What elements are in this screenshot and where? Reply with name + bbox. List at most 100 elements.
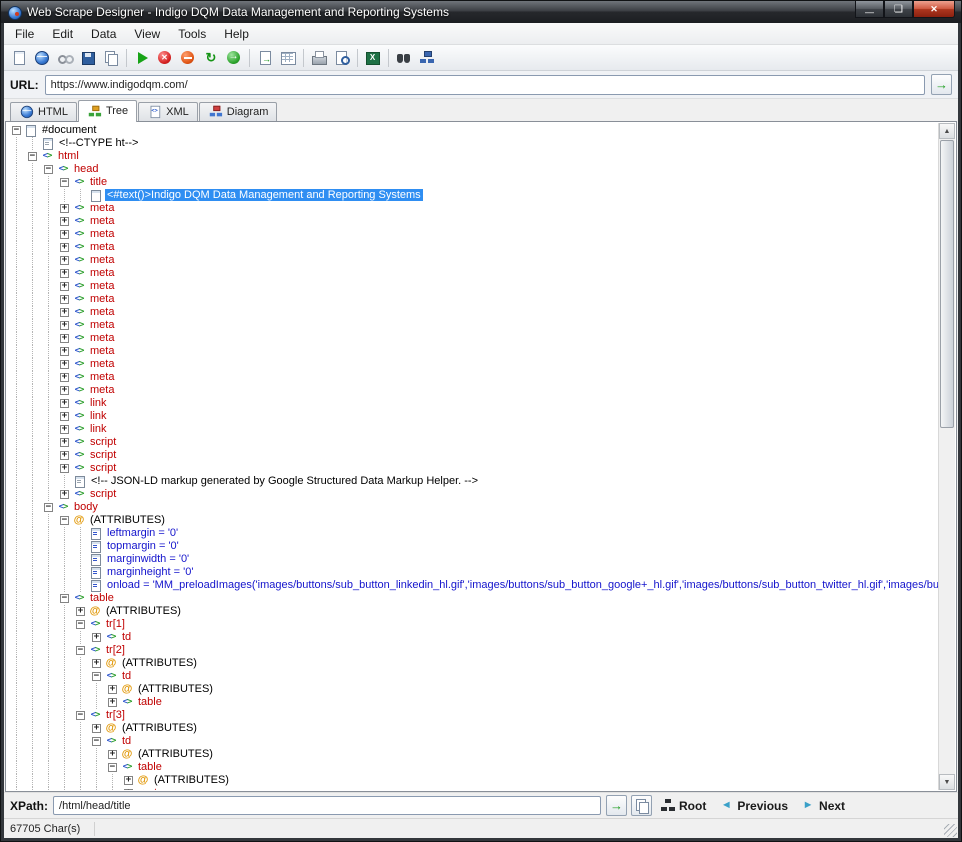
tree-node[interactable]: marginwidth = '0' [9,553,938,566]
tree-node-label[interactable]: meta [88,228,116,240]
new-button[interactable] [8,47,30,69]
expand-icon[interactable]: + [92,724,101,733]
collapse-icon[interactable]: − [92,737,101,746]
expand-icon[interactable]: + [60,438,69,447]
tree-node[interactable]: +<>meta [9,202,938,215]
tree-node-label[interactable]: (ATTRIBUTES) [88,514,167,526]
tree-node[interactable]: +<>link [9,423,938,436]
tree-node[interactable]: +@(ATTRIBUTES) [9,605,938,618]
tree-node-label[interactable]: meta [88,371,116,383]
tree-node[interactable]: −<>tr[2] [9,644,938,657]
collapse-icon[interactable]: − [108,763,117,772]
collapse-icon[interactable]: − [28,152,37,161]
tree-node[interactable]: +<>meta [9,332,938,345]
expand-icon[interactable]: + [60,204,69,213]
cancel-button[interactable] [177,47,199,69]
expand-icon[interactable]: + [60,230,69,239]
tab-xml[interactable]: XML [138,102,198,121]
tree-node-label[interactable]: tr[2] [104,644,127,656]
expand-icon[interactable]: + [60,308,69,317]
tree-node-label[interactable]: #document [40,124,98,136]
collapse-icon[interactable]: − [12,126,21,135]
tree-node[interactable]: <!-- JSON-LD markup generated by Google … [9,475,938,488]
tree-node[interactable]: leftmargin = '0' [9,527,938,540]
collapse-icon[interactable]: − [44,503,53,512]
tree-node-label[interactable]: meta [88,293,116,305]
tree-node[interactable]: +<>link [9,410,938,423]
refresh-button[interactable] [200,47,222,69]
tree-node-label[interactable]: (ATTRIBUTES) [136,748,215,760]
tree-node[interactable]: +<>td [9,631,938,644]
next-button[interactable]: Next [796,797,849,815]
scrollbar-thumb[interactable] [940,140,954,428]
expand-icon[interactable]: + [60,217,69,226]
collapse-icon[interactable]: − [60,178,69,187]
expand-icon[interactable]: + [108,685,117,694]
tree-node-label[interactable]: marginwidth = '0' [105,553,191,565]
tree-node-label[interactable]: script [88,488,118,500]
expand-icon[interactable]: + [60,295,69,304]
expand-icon[interactable]: + [60,451,69,460]
run-button[interactable] [131,47,153,69]
tree-node-label[interactable]: meta [88,332,116,344]
tree-node-label[interactable]: td [120,735,133,747]
tree-node[interactable]: +@(ATTRIBUTES) [9,774,938,787]
link-button[interactable] [54,47,76,69]
expand-icon[interactable]: + [76,607,85,616]
tree-node-label[interactable]: table [136,696,164,708]
expand-icon[interactable]: + [60,269,69,278]
tree-node[interactable]: +<>meta [9,241,938,254]
vertical-scrollbar[interactable] [938,123,955,790]
tree-node-label[interactable]: script [88,436,118,448]
tree-node-label[interactable]: tr[3] [104,709,127,721]
tree-node[interactable]: +@(ATTRIBUTES) [9,683,938,696]
maximize-button[interactable] [884,1,913,18]
menu-view[interactable]: View [125,24,169,44]
tree-node[interactable]: marginheight = '0' [9,566,938,579]
tree-node[interactable]: +<>script [9,449,938,462]
tree-node[interactable]: <!--CTYPE ht--> [9,137,938,150]
menu-tools[interactable]: Tools [169,24,215,44]
collapse-icon[interactable]: − [60,516,69,525]
tree-node[interactable]: +<>meta [9,293,938,306]
tree-node-label[interactable]: meta [88,280,116,292]
tree-node-label[interactable]: script [88,449,118,461]
expand-icon[interactable]: + [60,373,69,382]
expand-icon[interactable]: + [60,334,69,343]
expand-icon[interactable]: + [60,386,69,395]
navigate-button[interactable] [223,47,245,69]
tree-node[interactable]: −<>td [9,670,938,683]
tree-node-label[interactable]: meta [88,319,116,331]
expand-icon[interactable]: + [108,750,117,759]
tree-node-label[interactable]: td [120,631,133,643]
tree-node[interactable]: onload = 'MM_preloadImages('images/butto… [9,579,938,592]
tree-node[interactable]: +<>link [9,397,938,410]
tree-node[interactable]: topmargin = '0' [9,540,938,553]
tree-node[interactable]: −<>html [9,150,938,163]
tree-node-label[interactable]: html [56,150,81,162]
tree-node[interactable]: −<>tr[1] [9,618,938,631]
url-input[interactable] [45,75,925,95]
stop-button[interactable] [154,47,176,69]
expand-icon[interactable]: + [92,633,101,642]
print-button[interactable] [308,47,330,69]
expand-icon[interactable]: + [60,347,69,356]
tree-node-label[interactable]: script [88,462,118,474]
tree-node[interactable]: −<>table [9,761,938,774]
tree-node-label[interactable]: link [88,410,109,422]
open-web-button[interactable] [31,47,53,69]
tree-node[interactable]: +<>meta [9,371,938,384]
expand-icon[interactable]: + [60,282,69,291]
tree-node[interactable]: +<>meta [9,228,938,241]
data-grid-button[interactable] [277,47,299,69]
collapse-icon[interactable]: − [92,672,101,681]
save-button[interactable] [77,47,99,69]
tree-node-label[interactable]: meta [88,254,116,266]
collapse-icon[interactable]: − [76,711,85,720]
tree-node-label[interactable]: meta [88,267,116,279]
minimize-button[interactable] [855,1,884,18]
xpath-go-button[interactable] [606,795,627,816]
tree-node-label[interactable]: table [136,761,164,773]
tree-node-label[interactable]: meta [88,384,116,396]
menu-edit[interactable]: Edit [43,24,82,44]
